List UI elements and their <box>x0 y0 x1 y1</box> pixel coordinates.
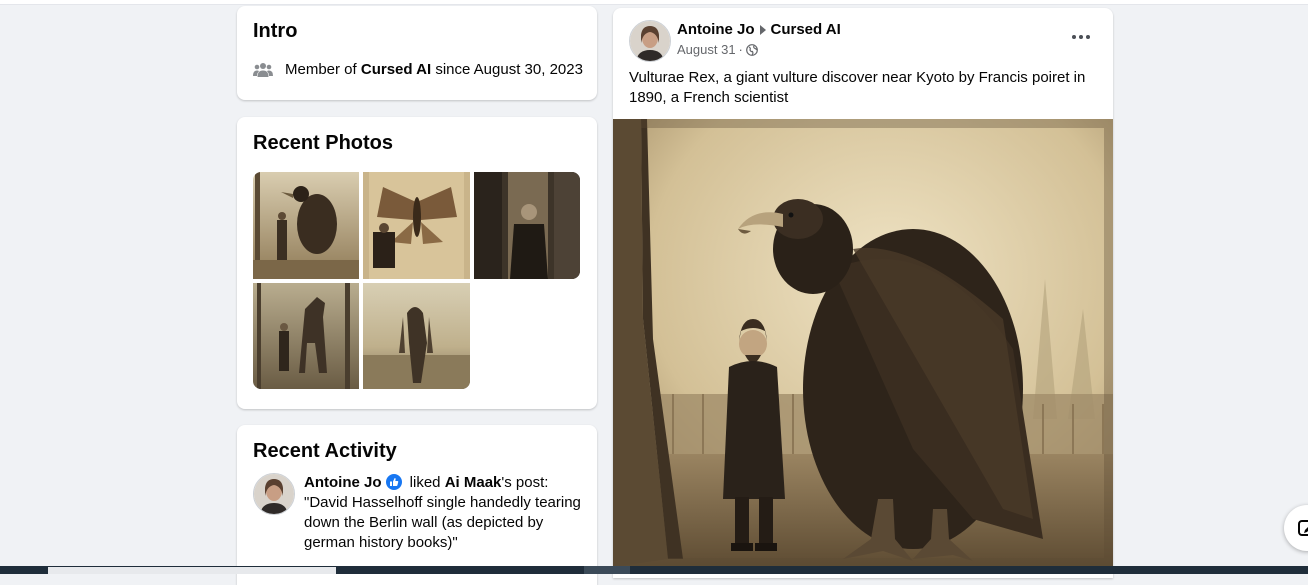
top-divider <box>0 0 1308 5</box>
activity-user-link[interactable]: Antoine Jo <box>304 474 382 491</box>
globe-icon <box>745 43 758 56</box>
post-card: Antoine Jo Cursed AI August 31 · Vultura… <box>613 8 1113 578</box>
people-icon <box>253 62 273 77</box>
intro-card: Intro Member of Cursed AI since August 3… <box>237 6 597 100</box>
caret-right-icon <box>759 24 766 35</box>
post-text: Vulturae Rex, a giant vulture discover n… <box>629 69 1086 106</box>
taskbar-search[interactable] <box>48 567 336 574</box>
photo-thumbnail[interactable] <box>474 172 580 279</box>
photo-thumbnail[interactable] <box>363 172 470 279</box>
compose-icon <box>1298 520 1308 536</box>
post-image[interactable] <box>613 119 1113 567</box>
activity-target-link[interactable]: Ai Maak <box>445 474 502 491</box>
member-suffix: since August 30, 2023 <box>431 61 583 78</box>
photo-thumbnail[interactable] <box>253 283 359 389</box>
post-group-link[interactable]: Cursed AI <box>771 21 841 38</box>
photo-thumbnail[interactable] <box>253 172 359 279</box>
post-header: Antoine Jo Cursed AI <box>677 21 841 38</box>
more-options-button[interactable] <box>1063 23 1099 51</box>
avatar[interactable] <box>253 473 295 515</box>
post-meta: August 31 · <box>677 42 758 57</box>
recent-photos-title: Recent Photos <box>253 132 394 154</box>
os-taskbar <box>0 566 1308 574</box>
post-author-link[interactable]: Antoine Jo <box>677 21 755 38</box>
intro-title: Intro <box>253 20 298 42</box>
avatar[interactable] <box>629 20 671 62</box>
post-date-link[interactable]: August 31 <box>677 42 736 57</box>
taskbar-app[interactable] <box>584 566 630 574</box>
more-horizontal-icon <box>1072 35 1090 39</box>
recent-activity-card: Recent Activity Antoine Jo liked Ai Maak… <box>237 425 597 585</box>
membership-info: Member of Cursed AI since August 30, 202… <box>253 61 583 78</box>
verified-badge-icon <box>385 474 402 490</box>
activity-action: liked <box>405 474 445 491</box>
group-link[interactable]: Cursed AI <box>361 61 431 78</box>
member-prefix: Member of <box>285 61 361 78</box>
activity-quote: "David Hasselhoff single handedly tearin… <box>304 494 581 551</box>
recent-photos-card: Recent Photos <box>237 117 597 409</box>
activity-possessive: 's post: <box>501 474 549 491</box>
photo-thumbnail[interactable] <box>363 283 470 389</box>
activity-description: Antoine Jo liked Ai Maak's post: "David … <box>304 473 586 553</box>
recent-activity-title: Recent Activity <box>253 440 397 462</box>
new-message-button[interactable] <box>1284 505 1308 551</box>
meta-separator: · <box>738 42 743 57</box>
